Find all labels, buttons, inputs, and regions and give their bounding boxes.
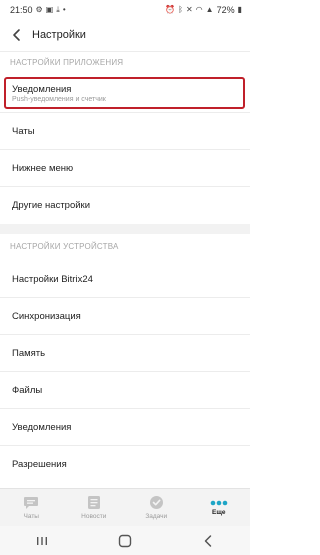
- nav-label: Новости: [81, 513, 107, 520]
- system-back-button[interactable]: [188, 529, 228, 553]
- settings-item-memory[interactable]: Память: [0, 335, 250, 371]
- settings-item-chats[interactable]: Чаты: [0, 113, 250, 149]
- signal-icon: ▲: [205, 5, 214, 14]
- more-icon: [210, 500, 228, 505]
- item-title: Другие настройки: [12, 199, 91, 211]
- nav-chats[interactable]: Чаты: [0, 489, 62, 527]
- wifi-icon: ◠: [195, 5, 203, 14]
- status-bar: 21:50 ⚙ ▣ ⤓ • ⏰ ᛒ ✕ ◠ ▲ 72% ▮: [0, 0, 250, 20]
- bluetooth-icon: ᛒ: [178, 5, 183, 14]
- recent-apps-icon: [36, 536, 47, 545]
- highlight-box: [4, 77, 245, 109]
- section-separator: [0, 224, 250, 234]
- settings-item-permissions[interactable]: Разрешения: [0, 446, 250, 482]
- item-title: Разрешения: [12, 458, 67, 470]
- battery-percentage: 72%: [216, 5, 235, 15]
- chat-icon: [24, 496, 39, 509]
- nav-label: Еще: [212, 508, 226, 516]
- tasks-icon: [149, 496, 163, 509]
- settings-item-bitrix24[interactable]: Настройки Bitrix24: [0, 262, 250, 296]
- dot-icon: •: [62, 5, 66, 14]
- item-title: Память: [12, 347, 46, 359]
- gallery-icon: ▣: [45, 5, 54, 14]
- settings-item-other[interactable]: Другие настройки: [0, 187, 250, 223]
- item-title: Чаты: [12, 125, 35, 137]
- header-divider: [0, 51, 250, 52]
- chevron-left-icon: [13, 29, 20, 41]
- header: Настройки: [0, 20, 250, 50]
- bottom-nav: Чаты Новости Задачи Еще: [0, 488, 250, 526]
- nav-label: Задачи: [145, 513, 168, 520]
- recent-apps-button[interactable]: [22, 529, 62, 553]
- home-icon: [118, 534, 132, 547]
- news-icon: [87, 496, 100, 509]
- item-title: Синхронизация: [12, 310, 81, 322]
- nav-news[interactable]: Новости: [63, 489, 125, 527]
- home-button[interactable]: [105, 529, 145, 553]
- item-title: Файлы: [12, 384, 43, 396]
- nav-label: Чаты: [23, 512, 39, 520]
- back-button[interactable]: [8, 24, 26, 46]
- settings-icon: ⚙: [35, 5, 43, 14]
- download-icon: ⤓: [56, 5, 60, 14]
- settings-item-sync[interactable]: Синхронизация: [0, 298, 250, 334]
- section-label-device: НАСТРОЙКИ УСТРОЙСТВА: [10, 242, 119, 251]
- nav-tasks[interactable]: Задачи: [125, 489, 187, 527]
- settings-item-bottom-menu[interactable]: Нижнее меню: [0, 150, 250, 186]
- alarm-icon: ⏰: [165, 5, 176, 14]
- item-title: Уведомления: [12, 421, 72, 433]
- section-label-app: НАСТРОЙКИ ПРИЛОЖЕНИЯ: [10, 58, 124, 67]
- status-time: 21:50: [10, 5, 33, 15]
- back-icon: [205, 534, 212, 547]
- settings-item-device-notifications[interactable]: Уведомления: [0, 409, 250, 445]
- nav-more[interactable]: Еще: [188, 489, 250, 527]
- system-nav-bar: [0, 526, 250, 555]
- page-title: Настройки: [32, 29, 86, 41]
- mute-icon: ✕: [185, 5, 193, 14]
- item-title: Настройки Bitrix24: [12, 273, 93, 285]
- settings-item-files[interactable]: Файлы: [0, 372, 250, 408]
- item-title: Нижнее меню: [12, 162, 74, 174]
- battery-icon: ▮: [237, 5, 242, 14]
